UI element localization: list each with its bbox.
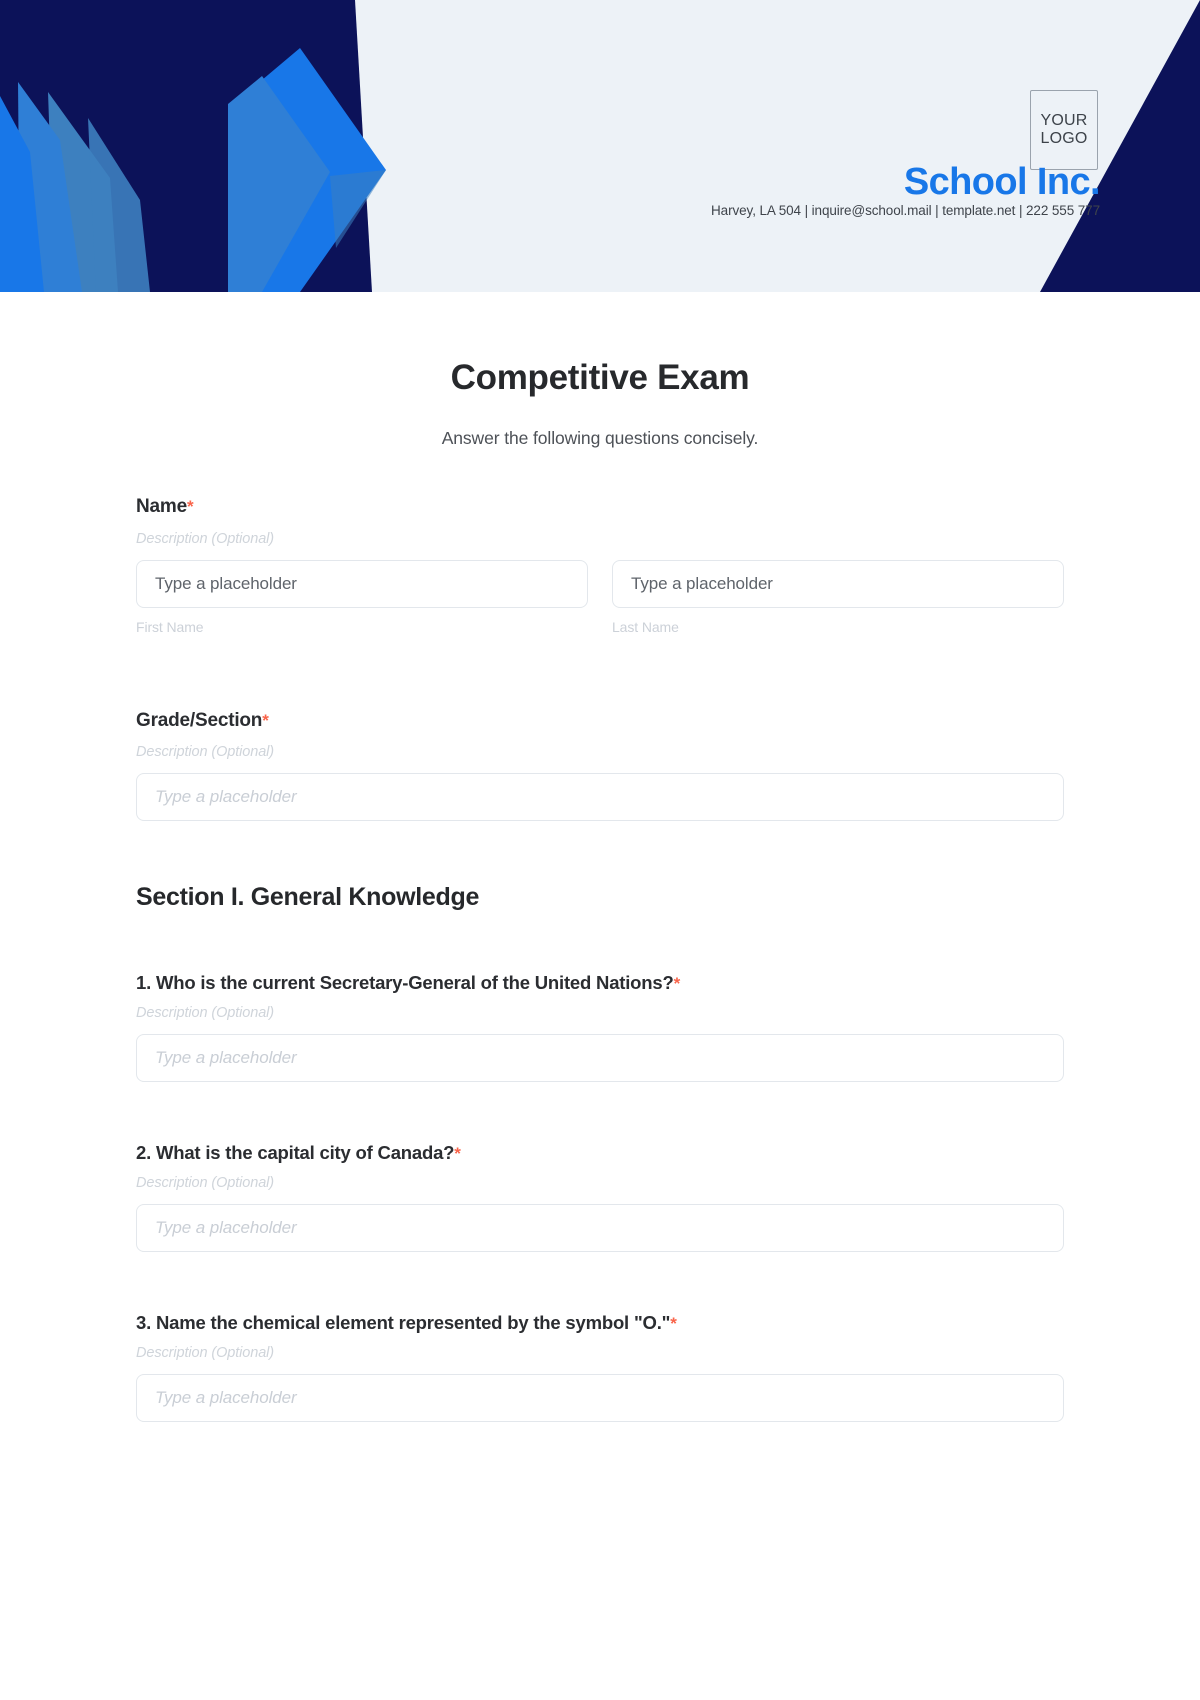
question-2-label: 2. What is the capital city of Canada?* — [136, 1142, 1064, 1164]
first-name-input[interactable]: Type a placeholder — [136, 559, 588, 608]
required-asterisk: * — [670, 1314, 677, 1334]
page-title: Competitive Exam — [450, 358, 750, 397]
question-1-input[interactable]: Type a placeholder — [136, 1034, 1064, 1083]
question-2-text: 2. What is the capital city of Canada? — [136, 1142, 455, 1164]
company-name: School Inc. — [903, 161, 1101, 203]
grade-section-input-row: Type a placeholder — [136, 773, 1064, 822]
name-input-row: Type a placeholder Type a placeholder — [136, 559, 1064, 608]
question-3-label: 3. Name the chemical element represented… — [136, 1312, 1064, 1334]
logo-line-2: LOGO — [1040, 130, 1088, 147]
question-item: 1. Who is the current Secretary-General … — [136, 972, 1064, 1083]
question-2-description: Description (Optional) — [136, 1175, 275, 1192]
required-asterisk: * — [673, 974, 681, 994]
your-logo-placeholder: YOUR LOGO — [1030, 90, 1098, 170]
last-name-caption: Last Name — [612, 618, 679, 635]
question-3-input[interactable]: Type a placeholder — [136, 1374, 1064, 1423]
question-1-text: 1. Who is the current Secretary-General … — [136, 972, 674, 994]
required-asterisk: * — [186, 497, 194, 516]
grade-section-input[interactable]: Type a placeholder — [136, 773, 1064, 822]
first-name-caption: First Name — [136, 618, 204, 635]
question-2-input[interactable]: Type a placeholder — [136, 1204, 1064, 1253]
header-decorative-graphic — [0, 0, 1200, 292]
required-asterisk: * — [262, 710, 269, 730]
question-1-label: 1. Who is the current Secretary-General … — [136, 972, 1064, 994]
field-group-grade-section: Grade/Section* Description (Optional) Ty… — [136, 709, 1064, 822]
question-1-description: Description (Optional) — [136, 1005, 275, 1022]
grade-section-label: Grade/Section* — [136, 709, 1064, 734]
question-item: 2. What is the capital city of Canada?* … — [136, 1142, 1064, 1253]
company-contact-line: Harvey, LA 504 | inquire@school.mail | t… — [711, 203, 1100, 218]
section-one-heading: Section I. General Knowledge — [136, 883, 480, 912]
question-3-description: Description (Optional) — [136, 1345, 275, 1362]
exam-form-page: YOUR LOGO School Inc. Harvey, LA 504 | i… — [0, 0, 1200, 1700]
last-name-input[interactable]: Type a placeholder — [612, 559, 1064, 608]
name-caption-row: First Name Last Name — [136, 619, 1064, 635]
page-subtitle: Answer the following questions concisely… — [441, 428, 759, 448]
question-3-text: 3. Name the chemical element represented… — [136, 1312, 671, 1334]
page-header: YOUR LOGO School Inc. Harvey, LA 504 | i… — [0, 0, 1200, 292]
logo-line-1: YOUR — [1040, 112, 1088, 130]
grade-section-label-text: Grade/Section — [136, 709, 263, 731]
question-1-input-row: Type a placeholder — [136, 1034, 1064, 1083]
field-group-name: Name* Description (Optional) Type a plac… — [136, 495, 1064, 635]
name-label: Name* — [136, 495, 1064, 520]
name-description: Description (Optional) — [136, 530, 275, 547]
grade-section-description: Description (Optional) — [136, 744, 275, 761]
question-3-input-row: Type a placeholder — [136, 1374, 1064, 1423]
form-body: Name* Description (Optional) Type a plac… — [136, 495, 1064, 1423]
question-item: 3. Name the chemical element represented… — [136, 1312, 1064, 1423]
name-label-text: Name — [136, 496, 187, 517]
question-2-input-row: Type a placeholder — [136, 1204, 1064, 1253]
required-asterisk: * — [454, 1144, 461, 1164]
